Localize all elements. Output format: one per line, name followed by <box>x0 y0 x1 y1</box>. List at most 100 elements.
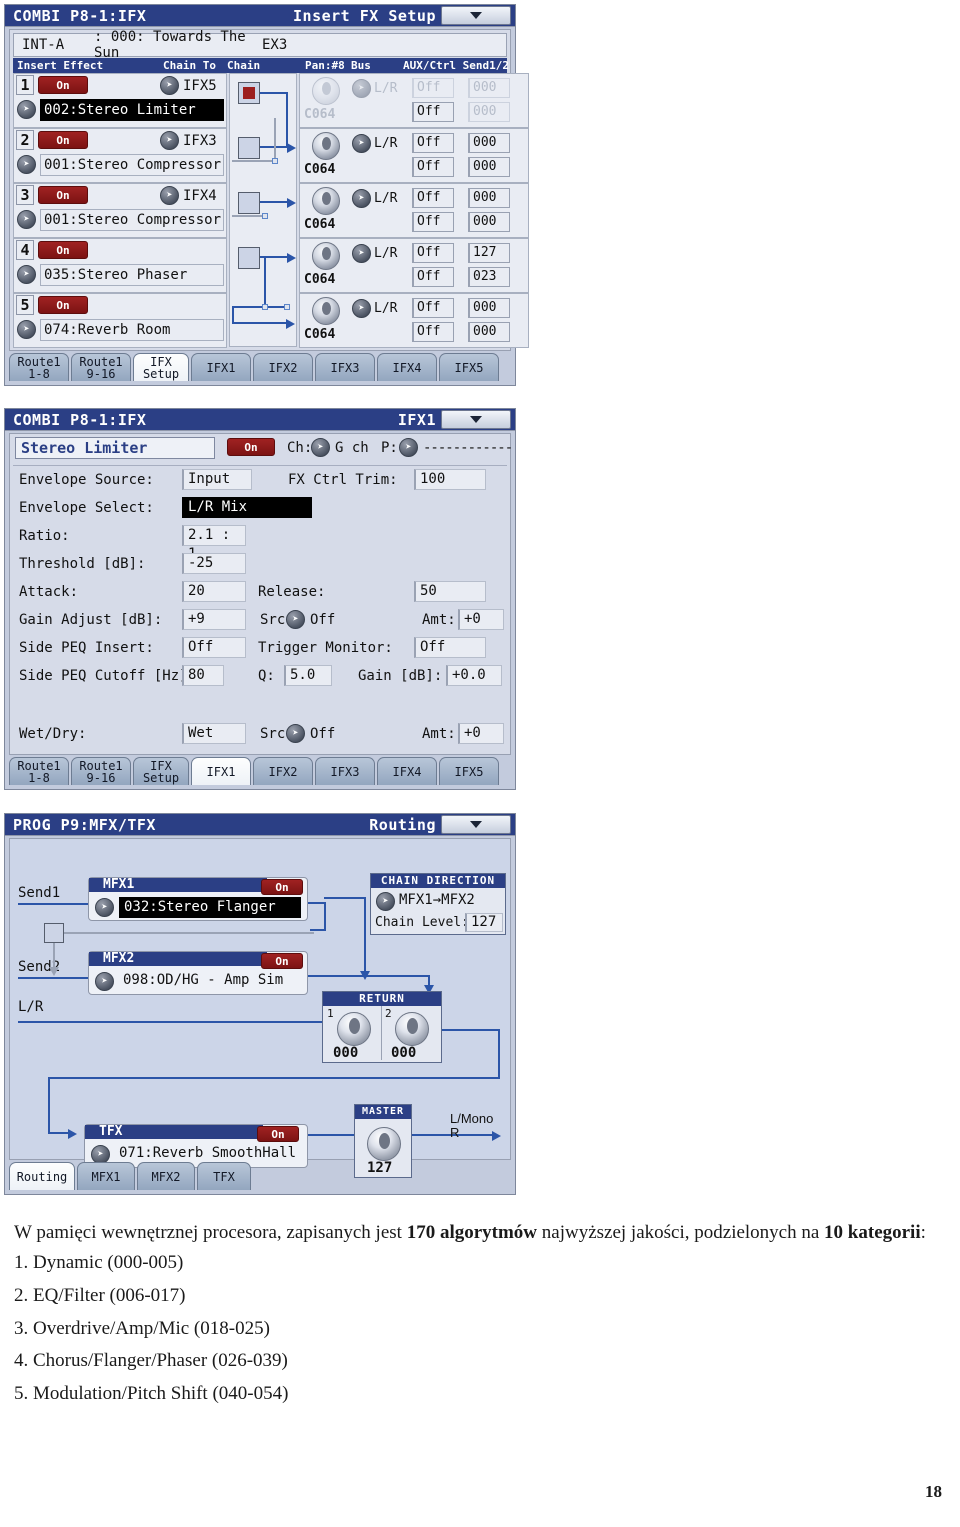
param-value-release[interactable]: 50 <box>414 581 486 602</box>
tab-route1-916[interactable]: Route1 9-16 <box>71 353 131 381</box>
effect-name-field[interactable]: Stereo Limiter <box>15 437 215 459</box>
page-menu-button[interactable] <box>441 6 511 25</box>
tab-tfx[interactable]: TFX <box>197 1162 251 1190</box>
tab-ifx1[interactable]: IFX1 <box>191 353 251 381</box>
tab-ifx5[interactable]: IFX5 <box>439 757 499 785</box>
param-value-side-peq-cutoff[interactable]: 80 <box>182 665 224 686</box>
chain-to-select-button[interactable]: ➤ <box>160 186 179 205</box>
tab-ifx2[interactable]: IFX2 <box>253 757 313 785</box>
bus-select-button[interactable]: ➤ <box>352 189 371 208</box>
chain-to-control[interactable]: ➤ IFX3 <box>160 131 217 150</box>
chain-direction-select-button[interactable]: ➤ <box>376 892 395 911</box>
ifx-select-button[interactable]: ➤ <box>17 265 36 284</box>
bus-select-button[interactable]: ➤ <box>352 134 371 153</box>
tab-ifx4[interactable]: IFX4 <box>377 353 437 381</box>
ifx-select-button[interactable]: ➤ <box>17 320 36 339</box>
mfx2-name[interactable]: 098:OD/HG - Amp Sim <box>119 971 301 992</box>
ifx-on-button[interactable]: On <box>38 76 88 94</box>
mfx1-on-button[interactable]: On <box>261 879 303 895</box>
bus-control[interactable]: ➤ L/R <box>352 299 397 318</box>
send2-value[interactable]: 023 <box>468 267 510 287</box>
tab-route1-916[interactable]: Route1 9-16 <box>71 757 131 785</box>
tfx-on-button[interactable]: On <box>257 1126 299 1142</box>
send1-value[interactable]: 000 <box>468 188 510 208</box>
aux-ctrl-1[interactable]: Off <box>412 298 454 318</box>
send2-value[interactable]: 000 <box>468 212 510 232</box>
aux-ctrl-2[interactable]: Off <box>412 322 454 342</box>
ifx-select-button[interactable]: ➤ <box>17 100 36 119</box>
tab-ifx1[interactable]: IFX1 <box>191 757 251 785</box>
ifx-effect-name[interactable]: 001:Stereo Compressor <box>40 209 224 231</box>
chain-to-select-button[interactable]: ➤ <box>160 76 179 95</box>
mfx1-name[interactable]: 032:Stereo Flanger <box>119 897 301 918</box>
ifx-on-button[interactable]: On <box>38 186 88 204</box>
param-value-side-peq-insert[interactable]: Off <box>182 637 246 658</box>
return1-knob[interactable] <box>337 1012 371 1046</box>
tab-ifx4[interactable]: IFX4 <box>377 757 437 785</box>
aux-ctrl-1[interactable]: Off <box>412 243 454 263</box>
param-value-fx-ctrl-trim[interactable]: 100 <box>414 469 486 490</box>
aux-ctrl-1[interactable]: Off <box>412 133 454 153</box>
chain-checkbox-4[interactable] <box>238 247 260 269</box>
mfx1-select-button[interactable]: ➤ <box>95 898 114 917</box>
page-menu-button[interactable] <box>441 410 511 429</box>
ifx-select-button[interactable]: ➤ <box>17 155 36 174</box>
chain-to-control[interactable]: ➤ IFX5 <box>160 76 217 95</box>
pan-knob[interactable] <box>312 77 340 105</box>
tab-ifx2[interactable]: IFX2 <box>253 353 313 381</box>
chain-checkbox-1[interactable] <box>238 82 260 104</box>
effect-on-button[interactable]: On <box>227 438 275 456</box>
ifx-on-button[interactable]: On <box>38 296 88 314</box>
ifx-effect-name[interactable]: 002:Stereo Limiter <box>40 99 224 121</box>
mfx2-on-button[interactable]: On <box>261 953 303 969</box>
bus-control[interactable]: ➤ L/R <box>352 189 397 208</box>
tab-mfx1[interactable]: MFX1 <box>77 1162 135 1190</box>
tab-ifx3[interactable]: IFX3 <box>315 353 375 381</box>
tab-ifx-etup[interactable]: IFX Setup <box>133 353 189 381</box>
send1-value[interactable]: 000 <box>468 298 510 318</box>
ch-select-button[interactable]: ➤ <box>311 438 330 457</box>
bus-select-button[interactable]: ➤ <box>352 244 371 263</box>
send1-value[interactable]: 000 <box>468 133 510 153</box>
param-value-wetdry-amt[interactable]: +0 <box>458 723 504 744</box>
bus-select-button[interactable]: ➤ <box>352 299 371 318</box>
tab-ifx5[interactable]: IFX5 <box>439 353 499 381</box>
ifx-effect-name[interactable]: 001:Stereo Compressor <box>40 154 224 176</box>
aux-ctrl-2[interactable]: Off <box>412 157 454 177</box>
param-value-attack[interactable]: 20 <box>182 581 246 602</box>
pan-knob[interactable] <box>312 297 340 325</box>
mfx2-select-button[interactable]: ➤ <box>95 972 114 991</box>
p-select-button[interactable]: ➤ <box>399 438 418 457</box>
param-value-gain-adjust[interactable]: +9 <box>182 609 246 630</box>
bus-select-button[interactable]: ➤ <box>352 79 371 98</box>
bus-control[interactable]: ➤ L/R <box>352 79 397 98</box>
chain-to-select-button[interactable]: ➤ <box>160 131 179 150</box>
param-value-trigger-monitor[interactable]: Off <box>414 637 486 658</box>
send2-value[interactable]: 000 <box>468 102 510 122</box>
aux-ctrl-2[interactable]: Off <box>412 102 454 122</box>
bus-control[interactable]: ➤ L/R <box>352 244 397 263</box>
param-value-gain-amt[interactable]: +0 <box>458 609 504 630</box>
gain-src-select-button[interactable]: ➤ <box>286 610 305 629</box>
wetdry-src-select-button[interactable]: ➤ <box>286 724 305 743</box>
chain-to-control[interactable]: ➤ IFX4 <box>160 186 217 205</box>
tab-ifx-etup[interactable]: IFX Setup <box>133 757 189 785</box>
return2-knob[interactable] <box>395 1012 429 1046</box>
ifx-on-button[interactable]: On <box>38 241 88 259</box>
ifx-select-button[interactable]: ➤ <box>17 210 36 229</box>
chain-checkbox-3[interactable] <box>238 192 260 214</box>
tab-route1-18[interactable]: Route1 1-8 <box>9 353 69 381</box>
send2-value[interactable]: 000 <box>468 157 510 177</box>
param-value-gain-db[interactable]: +0.0 <box>446 665 502 686</box>
chain-level-value[interactable]: 127 <box>465 913 503 932</box>
param-value-envelope-select[interactable]: L/R Mix <box>182 497 312 518</box>
ifx-on-button[interactable]: On <box>38 131 88 149</box>
send2-value[interactable]: 000 <box>468 322 510 342</box>
param-value-threshold[interactable]: -25 <box>182 553 246 574</box>
aux-ctrl-1[interactable]: Off <box>412 188 454 208</box>
aux-ctrl-1[interactable]: Off <box>412 78 454 98</box>
bus-control[interactable]: ➤ L/R <box>352 134 397 153</box>
send-link-checkbox[interactable] <box>44 923 64 943</box>
aux-ctrl-2[interactable]: Off <box>412 267 454 287</box>
param-value-wet-dry[interactable]: Wet <box>182 723 246 744</box>
